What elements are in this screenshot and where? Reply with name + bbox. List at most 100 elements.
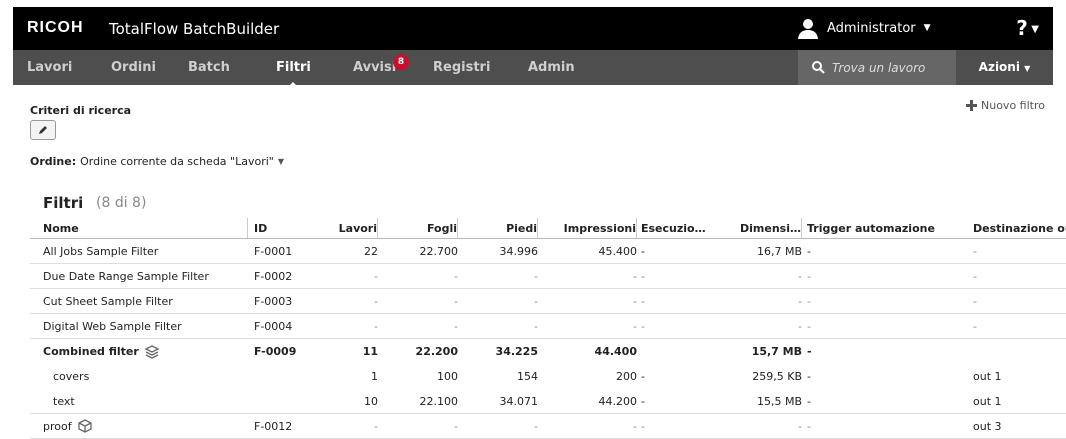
table-row-group[interactable]: Combined filter F-0009 11 22.200 34.225 … — [30, 339, 1066, 364]
cell-esecuzione: - — [641, 319, 645, 333]
col-id[interactable]: ID — [254, 218, 314, 238]
cell-piedi: 154 — [517, 370, 538, 383]
new-filter-button[interactable]: Nuovo filtro — [966, 99, 1045, 112]
cell-piedi: 34.996 — [499, 244, 539, 258]
cell-impressioni: 200 — [616, 370, 637, 383]
cell-trigger: - — [807, 294, 811, 308]
user-icon — [798, 19, 818, 39]
cell-id: F-0012 — [254, 419, 293, 433]
cell-trigger: - — [807, 370, 811, 383]
cell-dimensione: 16,7 MB — [756, 244, 802, 258]
cell-impressioni: - — [633, 319, 637, 333]
col-esecuzione[interactable]: Esecuzio… — [641, 218, 725, 238]
col-piedi[interactable]: Piedi — [467, 218, 538, 238]
cell-piedi: - — [534, 319, 538, 333]
plus-icon — [966, 100, 977, 111]
search-criteria-label: Criteri di ricerca — [30, 104, 132, 117]
col-dimensione[interactable]: Dimensi… — [726, 218, 802, 238]
cell-trigger: - — [807, 244, 811, 258]
cell-piedi: 34.071 — [499, 394, 539, 408]
help-button[interactable]: ? ▼ — [1016, 16, 1039, 40]
nav-batch[interactable]: Batch — [188, 60, 230, 75]
cell-trigger: - — [807, 419, 811, 433]
main-nav: Lavori Ordini Batch Filtri Avvisi 8 Regis… — [13, 50, 1053, 89]
actions-menu[interactable]: Azioni ▼ — [956, 50, 1053, 85]
cell-impressioni: - — [633, 419, 637, 433]
cell-fogli: 22.700 — [419, 244, 459, 258]
nav-lavori[interactable]: Lavori — [27, 60, 72, 75]
cell-dimensione: - — [798, 269, 802, 283]
table-row[interactable]: Cut Sheet Sample Filter F-0003 - - - - -… — [30, 289, 1066, 314]
cell-destinazione: - — [973, 319, 977, 333]
table-row-subfilter[interactable]: text 10 22.100 34.071 44.200 - 15,5 MB -… — [30, 389, 1066, 414]
col-impressioni[interactable]: Impressioni — [546, 218, 637, 238]
cell-id: F-0003 — [254, 294, 293, 308]
col-trigger[interactable]: Trigger automazione — [807, 218, 967, 238]
cell-id — [254, 389, 314, 413]
help-label: ? — [1016, 16, 1028, 40]
table-row[interactable]: Due Date Range Sample Filter F-0002 - - … — [30, 264, 1066, 289]
nav-admin[interactable]: Admin — [528, 60, 575, 75]
cell-impressioni: 44.200 — [598, 394, 638, 408]
table-row[interactable]: Digital Web Sample Filter F-0004 - - - -… — [30, 314, 1066, 339]
cell-destinazione: - — [973, 294, 977, 308]
cell-destinazione: - — [973, 244, 977, 258]
cell-piedi: - — [534, 294, 538, 308]
nav-registri[interactable]: Registri — [433, 60, 490, 75]
cell-dimensione: - — [798, 319, 802, 333]
cell-lavori: - — [374, 319, 378, 333]
cell-id: F-0004 — [254, 319, 293, 333]
cell-nome: All Jobs Sample Filter — [43, 244, 159, 258]
cell-trigger: - — [807, 345, 812, 358]
nav-ordini[interactable]: Ordini — [111, 60, 156, 75]
package-icon — [77, 419, 92, 433]
cell-trigger: - — [807, 269, 811, 283]
table-row[interactable]: proof F-0012 - - - - - - - out 3 — [30, 414, 1066, 439]
ricoh-logo: RICOH — [27, 19, 84, 36]
search-placeholder: Trova un lavoro — [832, 60, 926, 75]
col-lavori[interactable]: Lavori — [310, 218, 378, 238]
cell-piedi: - — [534, 419, 538, 433]
search-icon — [812, 61, 825, 74]
order-selector[interactable]: Ordine: Ordine corrente da scheda "Lavor… — [30, 155, 284, 168]
cell-esecuzione: - — [641, 269, 645, 283]
cell-impressioni: - — [633, 269, 637, 283]
table-row[interactable]: All Jobs Sample Filter F-0001 22 22.700 … — [30, 239, 1066, 264]
cell-trigger: - — [807, 319, 811, 333]
cell-nome: covers — [53, 370, 90, 383]
cell-esecuzione: - — [641, 294, 645, 308]
chevron-down-icon: ▼ — [1024, 64, 1031, 73]
col-destinazione[interactable]: Destinazione output — [973, 218, 1066, 238]
alert-count-badge: 8 — [393, 54, 409, 70]
nav-avvisi[interactable]: Avvisi 8 — [353, 54, 409, 75]
cell-fogli: 22.100 — [419, 394, 459, 408]
cell-nome: Combined filter — [43, 339, 248, 364]
cell-lavori: 11 — [362, 345, 378, 358]
cell-piedi: 34.225 — [495, 345, 538, 358]
cell-lavori: 10 — [364, 394, 378, 408]
user-name: Administrator — [827, 20, 916, 36]
cell-impressioni: 44.400 — [594, 345, 637, 358]
table-row-subfilter[interactable]: covers 1 100 154 200 - 259,5 KB - out 1 — [30, 364, 1066, 389]
cell-lavori: - — [374, 269, 378, 283]
cell-lavori: 22 — [364, 244, 378, 258]
nav-filtri[interactable]: Filtri — [276, 60, 311, 89]
cell-destinazione: out 3 — [973, 419, 1002, 433]
cell-dimensione: 15,5 MB — [756, 394, 802, 408]
col-fogli[interactable]: Fogli — [388, 218, 458, 238]
user-menu[interactable]: Administrator ▼ — [797, 17, 931, 39]
cell-lavori: - — [374, 419, 378, 433]
cell-fogli: - — [454, 294, 458, 308]
cell-destinazione: out 1 — [973, 394, 1002, 408]
table-header: Nome ID Lavori Fogli Piedi Impressioni E… — [30, 218, 1066, 239]
cell-nome: Digital Web Sample Filter — [43, 319, 182, 333]
combined-filter-name: Combined filter — [43, 345, 139, 358]
cell-lavori: - — [374, 294, 378, 308]
col-nome[interactable]: Nome — [43, 218, 248, 238]
cell-impressioni: 45.400 — [598, 244, 638, 258]
edit-criteria-button[interactable] — [30, 120, 56, 140]
cell-dimensione: 15,7 MB — [751, 345, 802, 358]
job-search-box[interactable]: Trova un lavoro — [798, 50, 956, 85]
cell-dimensione: - — [798, 294, 802, 308]
filters-table: Nome ID Lavori Fogli Piedi Impressioni E… — [30, 218, 1066, 439]
